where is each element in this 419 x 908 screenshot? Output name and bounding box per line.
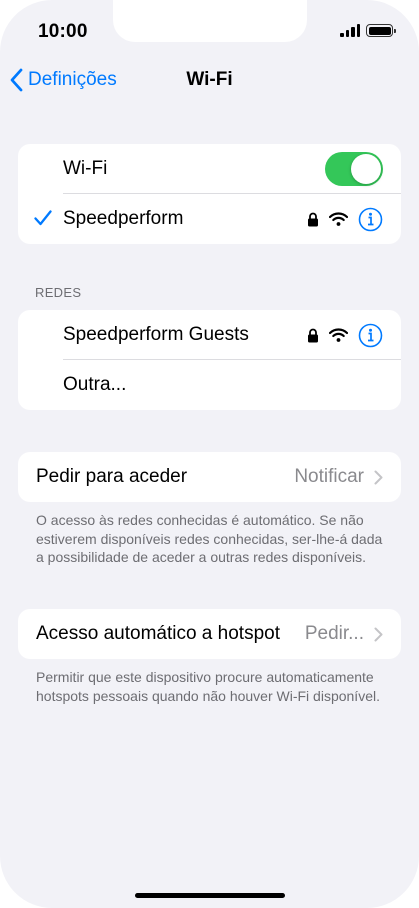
wifi-group: Wi-Fi Speedperform bbox=[18, 144, 401, 244]
auto-hotspot-value: Pedir... bbox=[304, 623, 364, 644]
ask-to-join-row[interactable]: Pedir para aceder Notificar bbox=[18, 452, 401, 502]
ask-to-join-label: Pedir para aceder bbox=[36, 466, 188, 487]
wifi-toggle[interactable] bbox=[325, 152, 383, 186]
ask-to-join-group: Pedir para aceder Notificar bbox=[18, 452, 401, 502]
networks-group: Speedperform Guests Outra... bbox=[18, 310, 401, 410]
phone-screen: 10:00 Definições Wi-Fi Wi-Fi Speedperfor bbox=[0, 0, 419, 908]
checkmark-icon bbox=[34, 210, 52, 226]
auto-hotspot-value-wrap: Pedir... bbox=[305, 609, 383, 659]
other-network-label: Outra... bbox=[63, 374, 127, 395]
wifi-icon bbox=[329, 328, 348, 342]
status-time: 10:00 bbox=[38, 21, 88, 42]
chevron-right-icon bbox=[374, 470, 383, 484]
chevron-right-icon bbox=[374, 627, 383, 641]
auto-hotspot-label: Acesso automático a hotspot bbox=[36, 623, 280, 644]
networks-section-header: REDES bbox=[35, 285, 82, 300]
ask-to-join-value-wrap: Notificar bbox=[294, 452, 383, 502]
camera-notch bbox=[113, 0, 307, 42]
ask-to-join-footnote: O acesso às redes conhecidas é automátic… bbox=[36, 512, 383, 565]
network-name: Speedperform Guests bbox=[63, 324, 249, 345]
battery-icon bbox=[366, 24, 396, 37]
lock-icon bbox=[308, 212, 318, 226]
auto-hotspot-group: Acesso automático a hotspot Pedir... bbox=[18, 609, 401, 659]
info-icon[interactable] bbox=[358, 207, 383, 232]
auto-hotspot-row[interactable]: Acesso automático a hotspot Pedir... bbox=[18, 609, 401, 659]
lock-icon bbox=[308, 328, 318, 342]
page-title: Wi-Fi bbox=[186, 69, 233, 90]
ask-to-join-value: Notificar bbox=[294, 466, 364, 487]
network-row[interactable]: Speedperform Guests bbox=[18, 310, 401, 360]
network-icons bbox=[307, 310, 383, 360]
auto-hotspot-footnote: Permitir que este dispositivo procure au… bbox=[36, 669, 380, 704]
connected-network-row[interactable]: Speedperform bbox=[18, 194, 401, 244]
connected-network-name: Speedperform bbox=[63, 208, 184, 229]
status-icons bbox=[340, 24, 396, 37]
wifi-toggle-label: Wi-Fi bbox=[63, 158, 108, 179]
cellular-signal-icon bbox=[340, 24, 360, 37]
other-network-row[interactable]: Outra... bbox=[18, 360, 401, 410]
wifi-icon bbox=[329, 212, 348, 226]
wifi-toggle-row: Wi-Fi bbox=[18, 144, 401, 194]
home-indicator[interactable] bbox=[135, 893, 285, 898]
info-icon[interactable] bbox=[358, 323, 383, 348]
network-icons bbox=[307, 194, 383, 244]
toggle-knob bbox=[351, 154, 381, 184]
